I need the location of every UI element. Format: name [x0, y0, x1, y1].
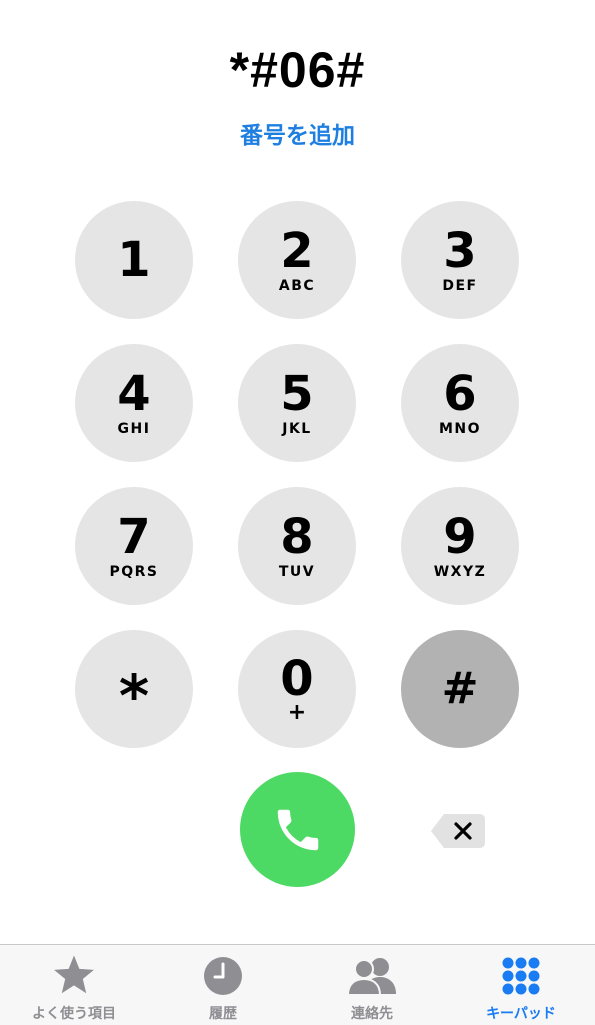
key-letters: ABC	[278, 277, 316, 294]
key-9[interactable]: 9 WXYZ	[401, 487, 519, 605]
key-plus: +	[287, 700, 307, 725]
key-digit: 3	[443, 222, 477, 279]
key-3[interactable]: 3 DEF	[401, 201, 519, 319]
tab-label: よく使う項目	[32, 1006, 116, 1022]
key-symbol: #	[441, 663, 479, 714]
delete-button[interactable]	[430, 812, 486, 850]
star-icon	[51, 955, 97, 997]
key-star[interactable]: *	[75, 630, 193, 748]
key-7[interactable]: 7 PQRS	[75, 487, 193, 605]
key-hash[interactable]: #	[401, 630, 519, 748]
tab-keypad[interactable]: キーパッド	[447, 945, 595, 1025]
contacts-icon	[344, 955, 400, 997]
backspace-icon	[431, 814, 485, 848]
tab-recents[interactable]: 履歴	[149, 945, 297, 1025]
key-8[interactable]: 8 TUV	[238, 487, 356, 605]
key-6[interactable]: 6 MNO	[401, 344, 519, 462]
key-digit: 9	[443, 508, 477, 565]
key-digit: 7	[117, 508, 151, 565]
key-digit: 5	[280, 365, 314, 422]
tab-bar: よく使う項目 履歴 連絡先 キーパッド	[0, 944, 595, 1025]
tab-label: キーパッド	[486, 1006, 556, 1022]
key-digit: 4	[117, 365, 151, 422]
key-1[interactable]: 1	[75, 201, 193, 319]
dialed-number-display: *#06#	[229, 42, 366, 98]
key-0[interactable]: 0 +	[238, 630, 356, 748]
key-letters: GHI	[117, 420, 151, 437]
key-5[interactable]: 5 JKL	[238, 344, 356, 462]
keypad-icon	[501, 955, 541, 997]
key-digit: 6	[443, 365, 477, 422]
key-digit: 8	[280, 508, 314, 565]
key-letters: MNO	[438, 420, 482, 437]
key-letters: DEF	[442, 277, 478, 294]
key-digit: 1	[117, 232, 151, 288]
key-2[interactable]: 2 ABC	[238, 201, 356, 319]
tab-label: 連絡先	[351, 1006, 393, 1022]
clock-icon	[202, 955, 244, 997]
phone-icon	[277, 809, 318, 850]
key-letters: WXYZ	[433, 563, 487, 580]
key-letters: JKL	[282, 420, 312, 437]
key-letters: PQRS	[109, 563, 159, 580]
tab-label: 履歴	[209, 1006, 237, 1022]
add-number-link[interactable]: 番号を追加	[0, 118, 595, 154]
key-4[interactable]: 4 GHI	[75, 344, 193, 462]
key-digit: 2	[280, 222, 314, 279]
tab-contacts[interactable]: 連絡先	[298, 945, 446, 1025]
tab-favorites[interactable]: よく使う項目	[0, 945, 148, 1025]
key-symbol: *	[118, 662, 150, 730]
call-button[interactable]	[240, 772, 355, 887]
key-letters: TUV	[278, 563, 316, 580]
key-digit: 0	[280, 651, 314, 707]
